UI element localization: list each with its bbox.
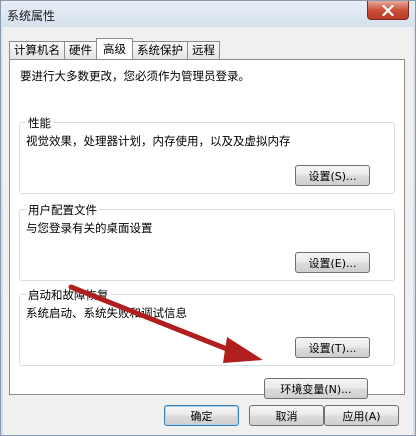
apply-button[interactable]: 应用(A) (324, 405, 399, 426)
environment-variables-button[interactable]: 环境变量(N)... (264, 378, 368, 399)
title-bar: 系统属性 (1, 1, 415, 27)
startup-recovery-description: 系统启动、系统失败和调试信息 (26, 306, 187, 320)
performance-settings-button[interactable]: 设置(S)... (295, 165, 370, 186)
system-properties-window: 系统属性 计算机名 硬件 高级 系统保护 远程 要进行大多数更改，您必须作为管理… (0, 0, 416, 436)
user-profiles-group: 用户配置文件 与您登录有关的桌面设置 设置(E)... (19, 202, 395, 281)
window-title: 系统属性 (7, 9, 56, 23)
dialog-client-area: 计算机名 硬件 高级 系统保护 远程 要进行大多数更改，您必须作为管理员登录。 … (3, 27, 413, 435)
startup-recovery-settings-button[interactable]: 设置(T)... (295, 337, 370, 358)
performance-description: 视觉效果，处理器计划，内存使用，以及及虚拟内存 (26, 134, 291, 148)
tab-advanced[interactable]: 高级 (96, 38, 133, 59)
tab-computer-name[interactable]: 计算机名 (9, 41, 65, 59)
user-profiles-title: 用户配置文件 (26, 202, 99, 218)
admin-notice: 要进行大多数更改，您必须作为管理员登录。 (20, 69, 250, 83)
performance-title: 性能 (26, 115, 53, 131)
close-button[interactable] (367, 1, 409, 20)
user-profiles-description: 与您登录有关的桌面设置 (26, 221, 153, 235)
performance-group: 性能 视觉效果，处理器计划，内存使用，以及及虚拟内存 设置(S)... (19, 115, 395, 194)
tab-system-protection[interactable]: 系统保护 (132, 41, 188, 59)
close-icon (382, 4, 394, 16)
advanced-tab-panel: 要进行大多数更改，您必须作为管理员登录。 性能 视觉效果，处理器计划，内存使用，… (9, 59, 405, 399)
ok-button[interactable]: 确定 (164, 405, 239, 426)
tab-strip: 计算机名 硬件 高级 系统保护 远程 (9, 38, 220, 59)
startup-recovery-group: 启动和故障恢复 系统启动、系统失败和调试信息 设置(T)... (19, 287, 395, 366)
user-profiles-settings-button[interactable]: 设置(E)... (295, 252, 370, 273)
tab-hardware[interactable]: 硬件 (64, 41, 97, 59)
cancel-button[interactable]: 取消 (249, 405, 324, 426)
startup-recovery-title: 启动和故障恢复 (26, 287, 111, 303)
tab-remote[interactable]: 远程 (187, 41, 220, 59)
